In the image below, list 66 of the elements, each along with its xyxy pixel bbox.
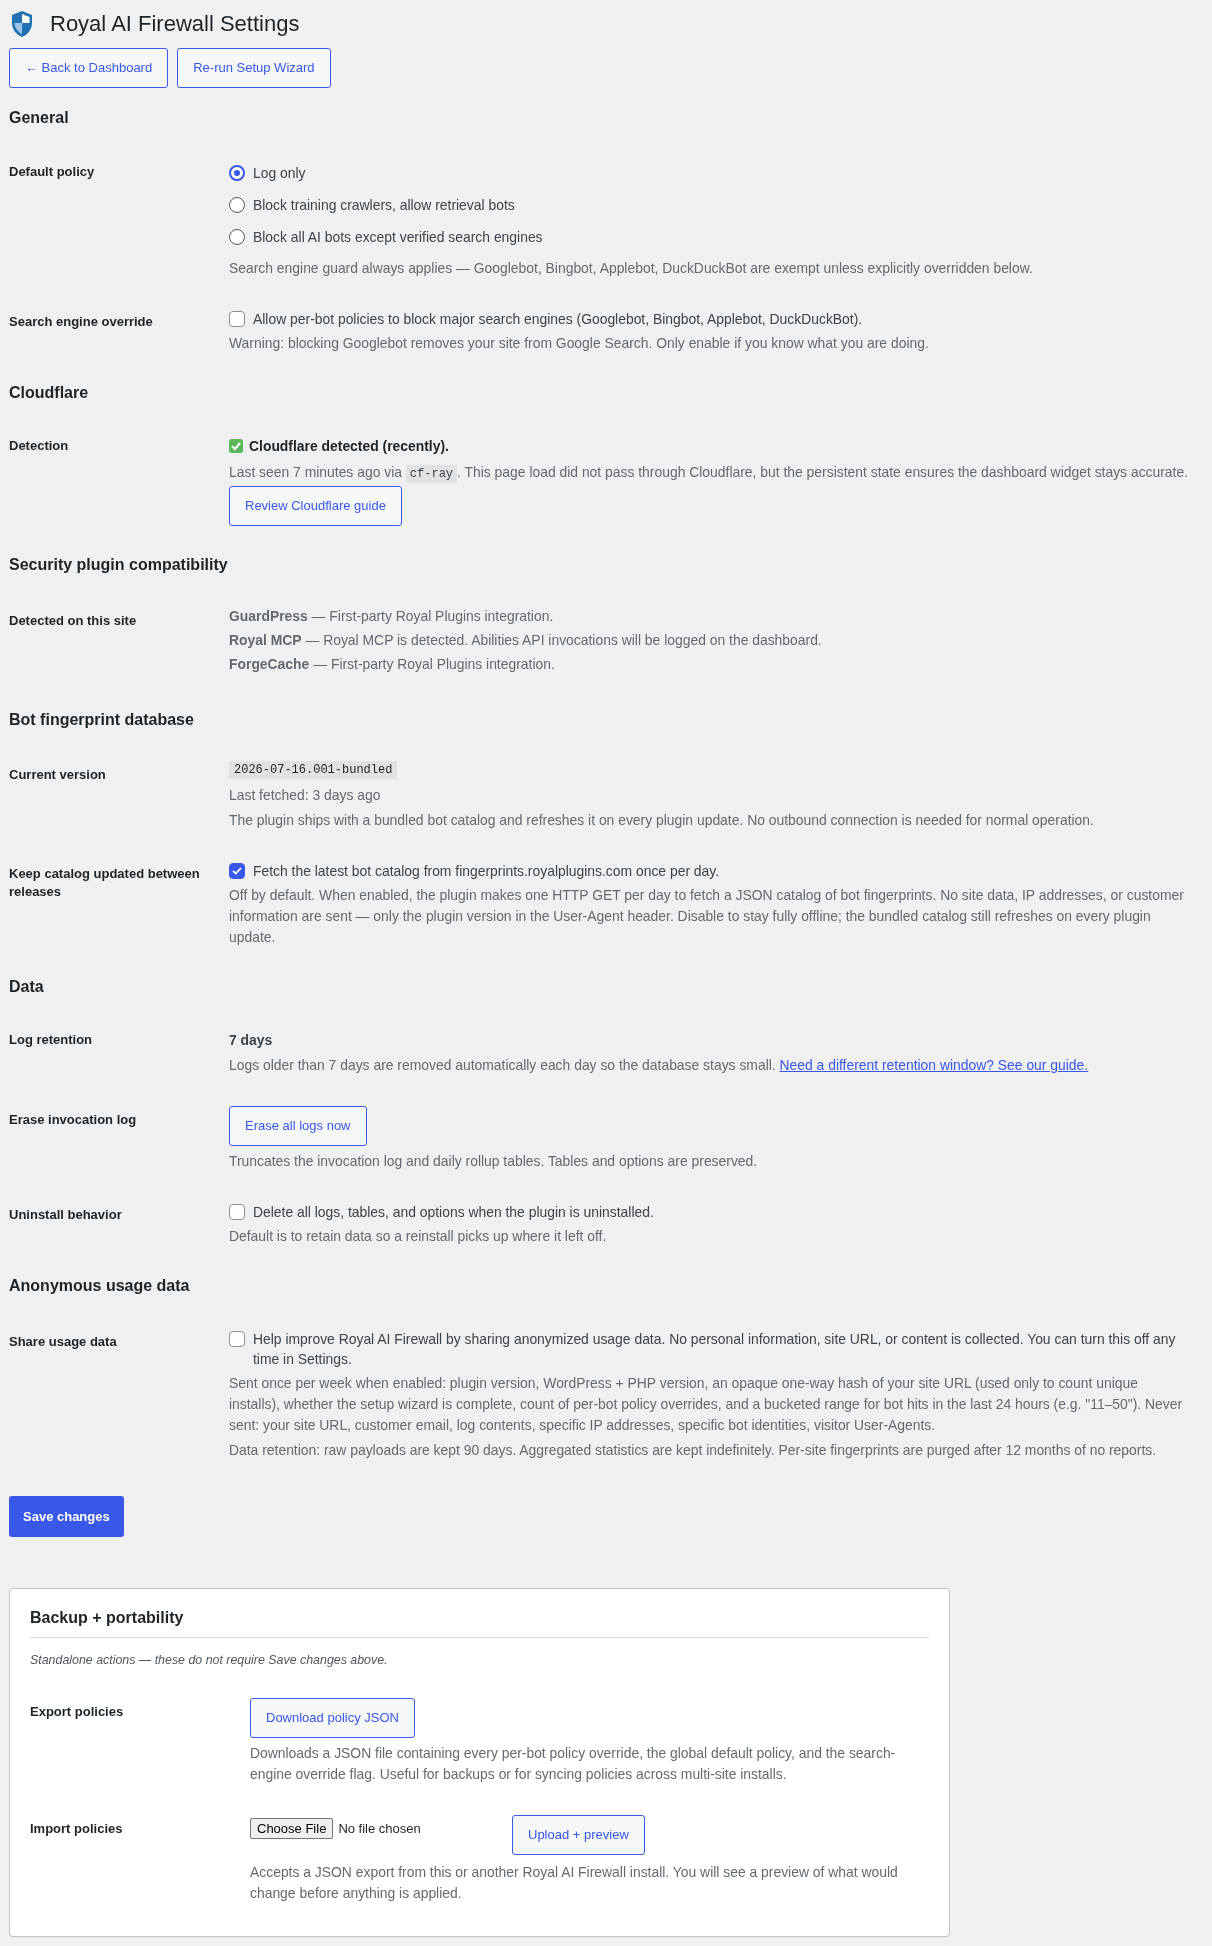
checkbox-label: Fetch the latest bot catalog from fingerprints.royalplugins.com once per day. [253, 862, 720, 881]
description-text: Default is to retain data so a reinstall picks up where it left off. [229, 1227, 608, 1246]
header-button[interactable]: ← Back to Dashboard [9, 48, 169, 88]
field-label: Default policy [9, 163, 96, 181]
description-text: Truncates the invocation log and daily rollup tables. Tables and options are preserved. [229, 1152, 759, 1171]
field-label: Import policies [30, 1820, 124, 1838]
checkbox[interactable] [229, 1331, 245, 1347]
section-heading: Security plugin compatibility [9, 555, 229, 575]
plugin-entry: Royal MCP — Royal MCP is detected. Abilities API invocations will be logged on the dashboard. [229, 631, 823, 650]
field-label: Keep catalog updated between releases [9, 865, 201, 901]
checkbox[interactable] [229, 863, 245, 879]
file-status-text: No file chosen [338, 1819, 421, 1838]
upload-button[interactable]: Upload + preview [512, 1815, 645, 1855]
field-label: Uninstall behavior [9, 1206, 123, 1224]
description-text: Accepts a JSON export from this or another Royal AI Firewall install. You will see a preview of what would change before anything is applied. [250, 1863, 899, 1903]
description-text: Logs older than 7 days are removed automatically each day so the database stays small. Need a different retention window? See our guide. [229, 1056, 1090, 1075]
section-heading: Anonymous usage data [9, 1276, 191, 1296]
field-label: Detection [9, 437, 70, 455]
checkbox[interactable] [229, 311, 245, 327]
radio-label: Block training crawlers, allow retrieval bots [253, 195, 515, 215]
section-heading: General [9, 108, 70, 128]
choose-file-button[interactable]: Choose File [250, 1818, 334, 1839]
description-text: Last seen 7 minutes ago via cf-ray . This page load did not pass through Cloudflare, but the persistent state ensures the dashboard widget stays accurate. [229, 463, 1190, 485]
field-label: Erase invocation log [9, 1111, 138, 1129]
value-text: 7 days [229, 1031, 274, 1050]
guide-link[interactable]: Need a different retention window? See our guide. [779, 1057, 1089, 1073]
header-button[interactable]: Re-run Setup Wizard [177, 48, 331, 88]
description-text: Off by default. When enabled, the plugin makes one HTTP GET per day to fetch a JSON catalog of bot fingerprints. No site data, IP addresses, or customer information are sent — only the plugin version in the User-Agent header. Disable to stay fully offline; the bundled catalog still refreshes on every plugin update. [229, 886, 1185, 947]
plugin-entry: GuardPress — First-party Royal Plugins integration. [229, 607, 555, 626]
radio-button[interactable] [229, 197, 245, 213]
checkbox-label: Delete all logs, tables, and options when the plugin is uninstalled. [253, 1203, 654, 1222]
page-title: Royal AI Firewall Settings [50, 10, 300, 38]
description-text: The plugin ships with a bundled bot catalog and refreshes it on every plugin update. No outbound connection is needed for normal operation. [229, 811, 1095, 830]
description-text: Downloads a JSON file containing every per-bot policy override, the global default policy, and the search-engine override flag. Useful for backups or for syncing policies across multi-site installs. [250, 1744, 897, 1784]
field-label: Export policies [30, 1703, 125, 1721]
radio-label: Log only [253, 163, 306, 183]
tick-icon [232, 867, 242, 875]
description-text: Search engine guard always applies — Googlebot, Bingbot, Applebot, DuckDuckBot are exempt unless explicitly overridden below. [229, 259, 1034, 278]
radio-label: Block all AI bots except verified search engines [253, 227, 543, 247]
section-heading: Bot fingerprint database [9, 710, 195, 730]
field-label: Search engine override [9, 313, 154, 331]
checkbox-label: Allow per-bot policies to block major search engines (Googlebot, Bingbot, Applebot, DuckDuckBot). [253, 310, 863, 329]
checkbox[interactable] [229, 1204, 245, 1220]
section-heading: Data [9, 977, 45, 997]
guide-button[interactable]: Review Cloudflare guide [229, 486, 402, 526]
field-label: Current version [9, 766, 107, 784]
section-heading: Cloudflare [9, 383, 90, 403]
field-label: Log retention [9, 1031, 94, 1049]
shield-icon [12, 11, 32, 37]
field-label: Detected on this site [9, 612, 138, 630]
plugin-entry: ForgeCache — First-party Royal Plugins integration. [229, 655, 556, 674]
radio-button[interactable] [229, 165, 245, 181]
save-button[interactable]: Save changes [9, 1496, 124, 1537]
description-text: Data retention: raw payloads are kept 90 days. Aggregated statistics are kept indefinitely. Per-site fingerprints are purged after 12 months of no reports. [229, 1441, 1158, 1460]
radio-button[interactable] [229, 229, 245, 245]
action-button[interactable]: Erase all logs now [229, 1106, 367, 1146]
action-button[interactable]: Download policy JSON [250, 1698, 415, 1738]
description-text: Sent once per week when enabled: plugin version, WordPress + PHP version, an opaque one-way hash of your site URL (used only to count unique installs), whether the setup wizard is complete, count of per-bot policy overrides, and a bucketed range for bot hits in the last 24 hours (e.g. "11–50"). Never sent: your site URL, customer email, log contents, specific IP addresses, specific bot identities, visitor User-Agents. [229, 1374, 1184, 1435]
card-heading: Backup + portability [30, 1608, 185, 1628]
status-text: Cloudflare detected (recently). [249, 436, 449, 456]
version-code: 2026-07-16.001-bundled [229, 761, 398, 779]
field-label: Share usage data [9, 1333, 118, 1351]
card-note: Standalone actions — these do not require Save changes above. [30, 1652, 389, 1669]
checkbox-label: Help improve Royal AI Firewall by sharing anonymized usage data. No personal information, site URL, or content is collected. You can turn this off any time in Settings. [253, 1330, 1177, 1369]
description-text: Warning: blocking Googlebot removes your site from Google Search. Only enable if you know what you are doing. [229, 334, 930, 353]
description-text: Last fetched: 3 days ago [229, 786, 382, 805]
